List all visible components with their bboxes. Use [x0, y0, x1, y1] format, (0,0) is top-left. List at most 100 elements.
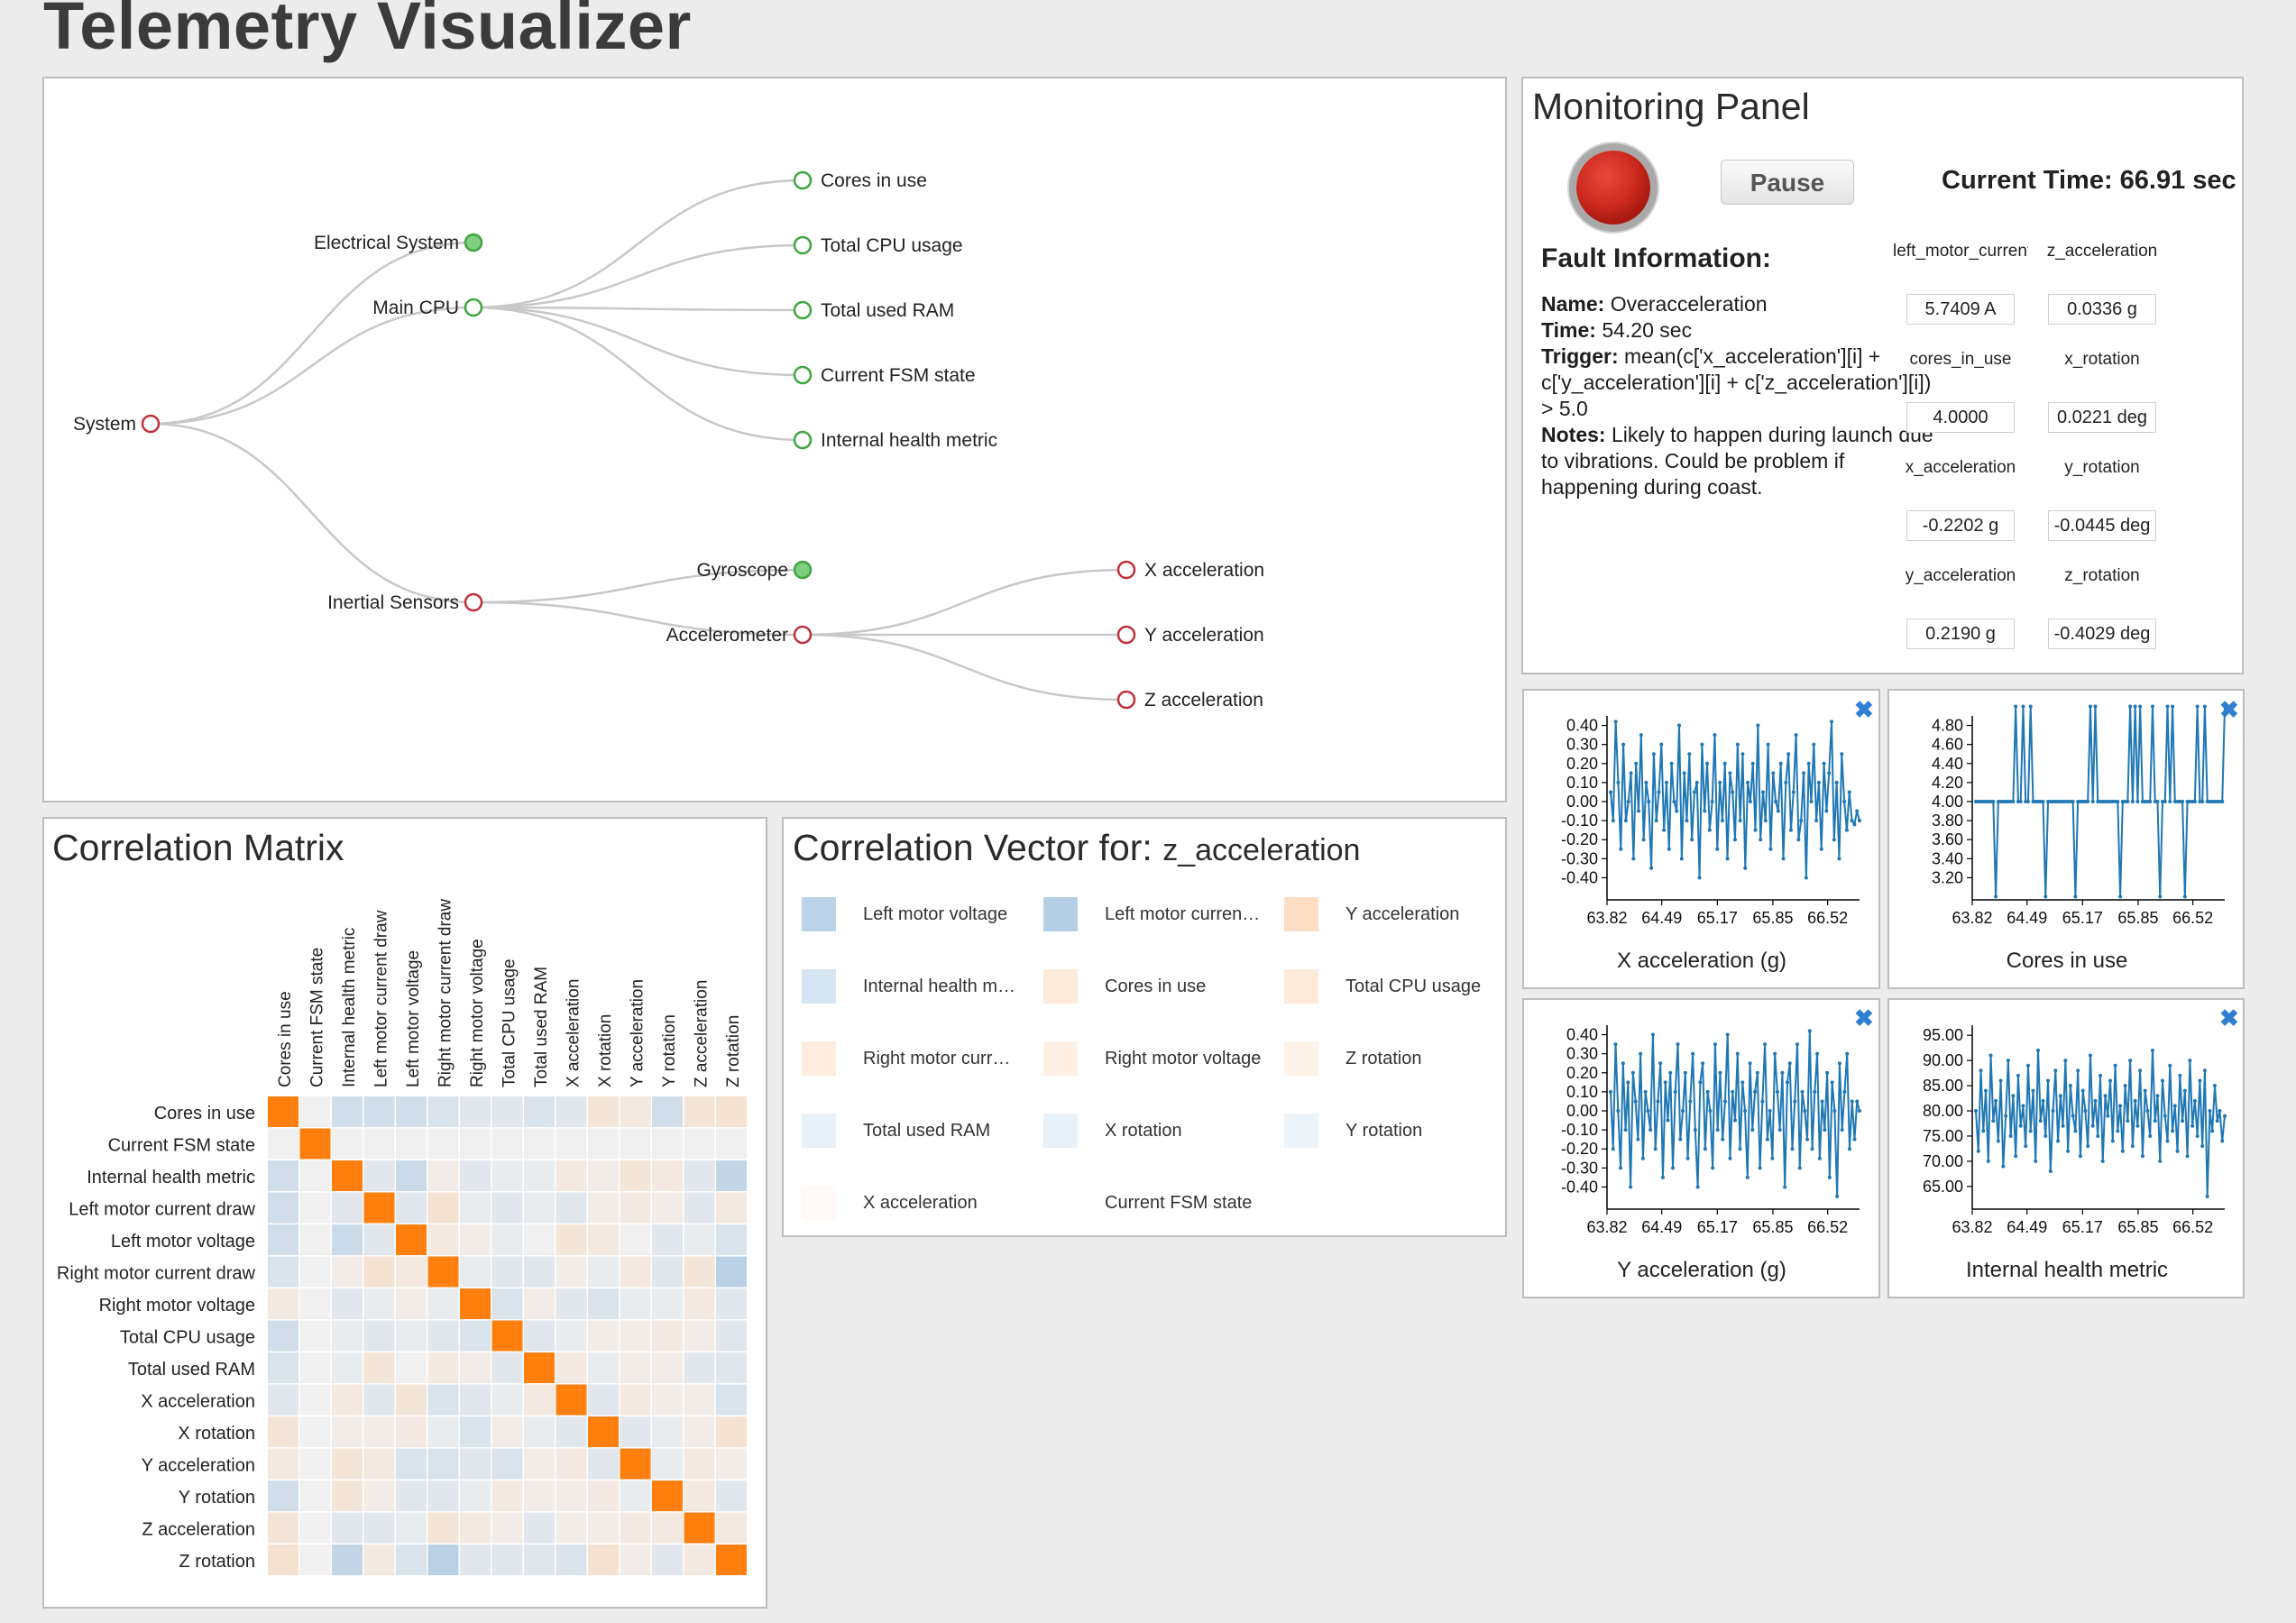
tree-node-circle[interactable] [464, 233, 483, 252]
matrix-cell[interactable] [556, 1288, 587, 1319]
tree-node-circle[interactable] [464, 592, 483, 612]
matrix-cell[interactable] [716, 1384, 747, 1416]
matrix-cell[interactable] [620, 1224, 651, 1255]
matrix-cell[interactable] [363, 1320, 395, 1352]
correlation-vector-label[interactable]: Right motor curr… [863, 1049, 1010, 1069]
matrix-cell[interactable] [620, 1448, 651, 1480]
matrix-cell[interactable] [524, 1512, 555, 1544]
matrix-cell[interactable] [268, 1224, 298, 1255]
correlation-vector-label[interactable]: Internal health m… [863, 977, 1015, 997]
matrix-cell[interactable] [460, 1096, 491, 1127]
matrix-cell[interactable] [396, 1192, 427, 1224]
matrix-cell[interactable] [716, 1128, 747, 1160]
matrix-cell[interactable] [652, 1352, 683, 1383]
matrix-cell[interactable] [620, 1512, 651, 1544]
matrix-cell[interactable] [620, 1192, 651, 1224]
matrix-cell[interactable] [427, 1512, 459, 1544]
matrix-cell[interactable] [332, 1096, 363, 1127]
matrix-cell[interactable] [716, 1288, 747, 1319]
tree-node-fsm[interactable]: Current FSM state [793, 365, 976, 386]
matrix-cell[interactable] [684, 1128, 715, 1160]
matrix-cell[interactable] [588, 1320, 619, 1352]
matrix-cell[interactable] [460, 1417, 491, 1447]
matrix-cell[interactable] [588, 1160, 619, 1191]
correlation-swatch[interactable] [1043, 1114, 1078, 1148]
matrix-cell[interactable] [491, 1256, 523, 1288]
matrix-cell[interactable] [524, 1384, 555, 1416]
matrix-cell[interactable] [332, 1192, 363, 1224]
matrix-cell[interactable] [652, 1417, 683, 1447]
correlation-vector-label[interactable]: Right motor voltage [1105, 1049, 1261, 1069]
close-icon[interactable]: ✖ [2219, 1006, 2239, 1030]
matrix-cell[interactable] [332, 1224, 363, 1255]
matrix-cell[interactable] [620, 1288, 651, 1319]
close-icon[interactable]: ✖ [1854, 1006, 1874, 1030]
matrix-cell[interactable] [716, 1545, 747, 1575]
matrix-cell[interactable] [332, 1417, 363, 1447]
matrix-cell[interactable] [556, 1192, 587, 1224]
tree-node-circle[interactable] [464, 298, 483, 317]
matrix-cell[interactable] [396, 1288, 427, 1319]
matrix-cell[interactable] [491, 1352, 523, 1383]
matrix-cell[interactable] [299, 1352, 331, 1383]
matrix-cell[interactable] [588, 1384, 619, 1416]
matrix-cell[interactable] [491, 1096, 523, 1127]
matrix-cell[interactable] [268, 1160, 298, 1191]
tree-node-ram[interactable]: Total used RAM [793, 300, 954, 321]
tree-node-circle[interactable] [793, 235, 813, 255]
matrix-cell[interactable] [332, 1512, 363, 1544]
matrix-cell[interactable] [299, 1096, 331, 1127]
matrix-cell[interactable] [684, 1096, 715, 1127]
matrix-cell[interactable] [652, 1288, 683, 1319]
matrix-cell[interactable] [460, 1192, 491, 1224]
matrix-cell[interactable] [299, 1224, 331, 1255]
tree-node-xacc[interactable]: X acceleration [1116, 560, 1264, 581]
matrix-cell[interactable] [460, 1448, 491, 1480]
matrix-cell[interactable] [652, 1448, 683, 1480]
matrix-cell[interactable] [556, 1417, 587, 1447]
matrix-cell[interactable] [299, 1192, 331, 1224]
matrix-cell[interactable] [620, 1320, 651, 1352]
matrix-cell[interactable] [427, 1256, 459, 1288]
correlation-vector-label[interactable]: X rotation [1105, 1121, 1182, 1142]
correlation-vector-label[interactable]: Cores in use [1105, 977, 1206, 997]
close-icon[interactable]: ✖ [2219, 698, 2239, 721]
matrix-cell[interactable] [460, 1352, 491, 1383]
tree-node-circle[interactable] [1116, 560, 1136, 580]
matrix-cell[interactable] [684, 1512, 715, 1544]
matrix-cell[interactable] [268, 1320, 298, 1352]
matrix-cell[interactable] [652, 1128, 683, 1160]
correlation-swatch[interactable] [1043, 1041, 1078, 1076]
correlation-swatch[interactable] [1043, 897, 1078, 931]
matrix-cell[interactable] [652, 1256, 683, 1288]
matrix-cell[interactable] [460, 1256, 491, 1288]
matrix-cell[interactable] [299, 1448, 331, 1480]
correlation-swatch[interactable] [1284, 969, 1318, 1004]
tree-node-circle[interactable] [793, 625, 813, 645]
matrix-cell[interactable] [588, 1288, 619, 1319]
matrix-cell[interactable] [556, 1545, 587, 1575]
tree-node-gyro[interactable]: Gyroscope [696, 560, 813, 581]
matrix-cell[interactable] [460, 1288, 491, 1319]
matrix-cell[interactable] [460, 1128, 491, 1160]
matrix-cell[interactable] [491, 1384, 523, 1416]
matrix-cell[interactable] [363, 1160, 395, 1191]
matrix-cell[interactable] [268, 1481, 298, 1511]
matrix-cell[interactable] [716, 1192, 747, 1224]
matrix-cell[interactable] [620, 1256, 651, 1288]
matrix-cell[interactable] [363, 1545, 395, 1575]
matrix-cell[interactable] [460, 1384, 491, 1416]
matrix-cell[interactable] [268, 1448, 298, 1480]
tree-node-circle[interactable] [1116, 625, 1136, 645]
matrix-cell[interactable] [427, 1128, 459, 1160]
tree-node-circle[interactable] [793, 365, 813, 385]
matrix-cell[interactable] [620, 1096, 651, 1127]
matrix-cell[interactable] [652, 1320, 683, 1352]
matrix-cell[interactable] [716, 1417, 747, 1447]
matrix-cell[interactable] [396, 1128, 427, 1160]
matrix-cell[interactable] [524, 1320, 555, 1352]
matrix-cell[interactable] [460, 1481, 491, 1511]
matrix-cell[interactable] [427, 1224, 459, 1255]
matrix-cell[interactable] [332, 1288, 363, 1319]
matrix-cell[interactable] [396, 1256, 427, 1288]
